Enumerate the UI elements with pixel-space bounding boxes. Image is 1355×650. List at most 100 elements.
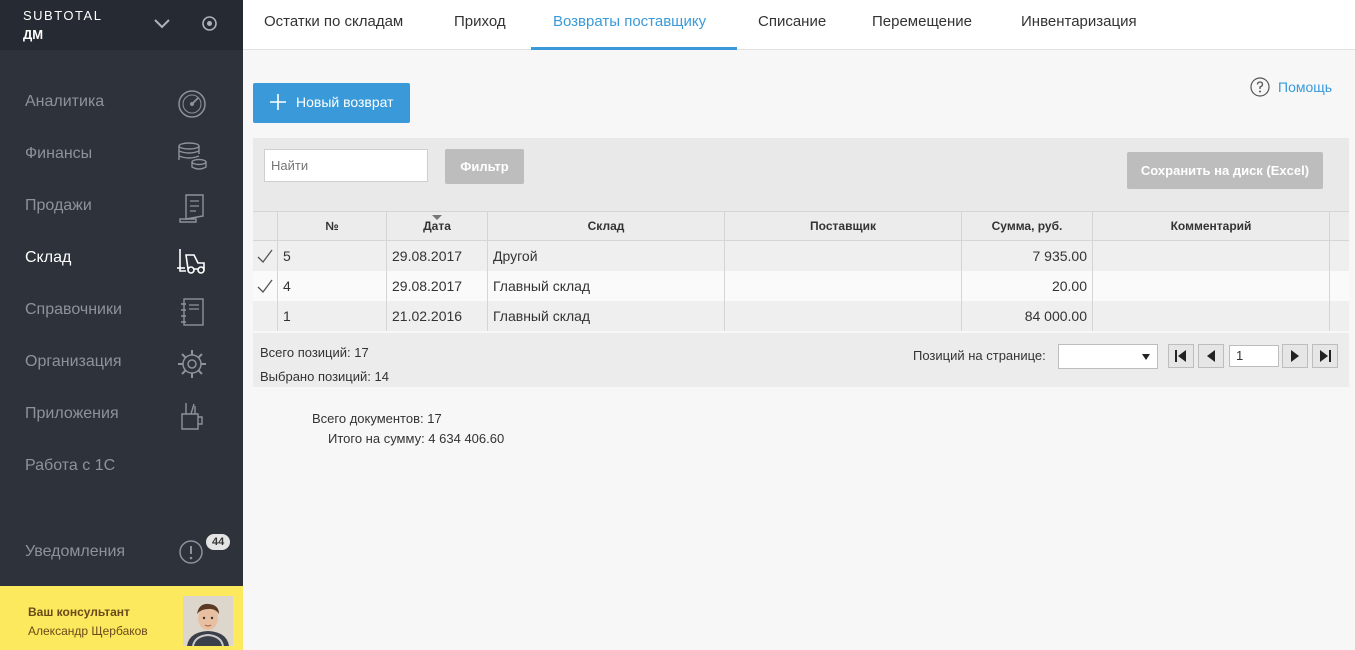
sidebar-item-label: Финансы: [25, 145, 93, 162]
sidebar-item-notifications[interactable]: Уведомления: [0, 527, 243, 579]
tab-income[interactable]: Приход: [454, 13, 506, 30]
page-number-input[interactable]: 1: [1229, 345, 1279, 367]
tab-stock[interactable]: Остатки по складам: [264, 13, 403, 30]
help-label: Помощь: [1278, 79, 1333, 95]
per-page-label: Позиций на странице:: [913, 348, 1046, 363]
tab-supplier-returns[interactable]: Возвраты поставщику: [553, 13, 706, 30]
checkmark-icon[interactable]: [256, 278, 274, 294]
cell-date: 21.02.2016: [386, 301, 487, 331]
chevron-down-icon[interactable]: [152, 14, 172, 34]
sidebar-item-finance[interactable]: Финансы: [0, 129, 243, 181]
cell-number: 1: [277, 301, 386, 331]
search-input[interactable]: [264, 149, 428, 182]
column-supplier[interactable]: Поставщик: [724, 212, 961, 241]
cell-date: 29.08.2017: [386, 271, 487, 301]
cell-supplier: [724, 241, 961, 271]
sidebar-item-label: Аналитика: [25, 93, 105, 110]
filter-panel: Фильтр Сохранить на диск (Excel): [253, 138, 1349, 211]
cell-number: 4: [277, 271, 386, 301]
gear-icon: [178, 350, 206, 378]
forklift-icon: [177, 249, 205, 274]
brand-subtitle: ДМ: [23, 27, 44, 42]
prev-page-icon: [1207, 350, 1215, 362]
column-number[interactable]: №: [277, 212, 386, 241]
settings-dot-icon[interactable]: [201, 15, 218, 32]
sidebar-item-sales[interactable]: Продажи: [0, 181, 243, 233]
cell-date: 29.08.2017: [386, 241, 487, 271]
consultant-title: Ваш консультант: [28, 605, 130, 619]
total-documents: Всего документов: 17: [312, 411, 442, 426]
sidebar-item-label: Работа с 1С: [25, 457, 116, 474]
cell-sum: 20.00: [961, 271, 1092, 301]
cell-sum: 7 935.00: [961, 241, 1092, 271]
coins-icon: [178, 142, 207, 170]
next-page-button[interactable]: [1282, 344, 1308, 368]
plus-icon: [270, 94, 286, 110]
brand-header: SUBTOTAL ДМ: [0, 0, 243, 50]
sidebar-item-label: Уведомления: [25, 543, 126, 560]
new-return-label: Новый возврат: [296, 94, 394, 110]
brand-name: SUBTOTAL: [23, 8, 103, 23]
table-row[interactable]: 5 29.08.2017 Другой 7 935.00: [253, 241, 1349, 271]
cell-comment: [1092, 271, 1329, 301]
cell-number: 5: [277, 241, 386, 271]
column-date-label: Дата: [423, 219, 451, 233]
receipt-icon: [179, 194, 204, 223]
cell-spacer: [1329, 271, 1349, 301]
cell-sum: 84 000.00: [961, 301, 1092, 331]
sidebar: SUBTOTAL ДМ Аналитика Финансы Продажи Ск…: [0, 0, 243, 650]
selected-positions: Выбрано позиций: 14: [260, 369, 389, 384]
sidebar-item-references[interactable]: Справочники: [0, 285, 243, 337]
sidebar-item-organization[interactable]: Организация: [0, 337, 243, 389]
column-comment[interactable]: Комментарий: [1092, 212, 1329, 241]
sidebar-item-1c[interactable]: Работа с 1С: [0, 441, 243, 493]
tab-transfer[interactable]: Перемещение: [872, 13, 972, 30]
sidebar-item-label: Приложения: [25, 405, 119, 422]
filter-button[interactable]: Фильтр: [445, 149, 524, 184]
last-page-icon: [1320, 350, 1331, 362]
sort-desc-icon: [432, 215, 442, 220]
notification-count-badge: 44: [206, 534, 231, 550]
column-warehouse[interactable]: Склад: [487, 212, 724, 241]
cell-supplier: [724, 301, 961, 331]
cell-supplier: [724, 271, 961, 301]
cell-warehouse: Главный склад: [487, 301, 724, 331]
first-page-icon: [1175, 350, 1186, 362]
tab-inventory[interactable]: Инвентаризация: [1021, 13, 1137, 30]
sidebar-item-warehouse[interactable]: Склад: [0, 233, 243, 285]
next-page-icon: [1291, 350, 1299, 362]
prev-page-button[interactable]: [1198, 344, 1224, 368]
sidebar-item-analytics[interactable]: Аналитика: [0, 77, 243, 129]
table-footer: Всего позиций: 17 Выбрано позиций: 14 По…: [253, 333, 1349, 387]
cell-warehouse: Главный склад: [487, 271, 724, 301]
first-page-button[interactable]: [1168, 344, 1194, 368]
sidebar-item-label: Справочники: [25, 301, 122, 318]
consultant-name: Александр Щербаков: [28, 624, 148, 638]
sidebar-item-label: Склад: [25, 249, 72, 266]
sidebar-item-label: Организация: [25, 353, 122, 370]
table-row[interactable]: 4 29.08.2017 Главный склад 20.00: [253, 271, 1349, 301]
sidebar-item-label: Продажи: [25, 197, 92, 214]
total-sum: Итого на сумму: 4 634 406.60: [328, 431, 505, 446]
avatar: [183, 596, 233, 646]
checkmark-icon[interactable]: [256, 248, 274, 264]
sidebar-item-apps[interactable]: Приложения: [0, 389, 243, 441]
notebook-icon: [181, 298, 204, 326]
export-excel-button[interactable]: Сохранить на диск (Excel): [1127, 152, 1323, 189]
cell-spacer: [1329, 301, 1349, 331]
per-page-select[interactable]: [1058, 344, 1158, 369]
question-icon: [1250, 77, 1270, 97]
consultant-card[interactable]: Ваш консультант Александр Щербаков: [0, 586, 243, 650]
cell-spacer: [1329, 241, 1349, 271]
new-return-button[interactable]: Новый возврат: [253, 83, 410, 123]
alert-icon: [179, 540, 203, 564]
table-row[interactable]: 1 21.02.2016 Главный склад 84 000.00: [253, 301, 1349, 331]
cell-comment: [1092, 301, 1329, 331]
last-page-button[interactable]: [1312, 344, 1338, 368]
column-date[interactable]: Дата: [386, 212, 487, 241]
column-spacer: [1329, 212, 1349, 241]
returns-table: № Дата Склад Поставщик Сумма, руб. Комме…: [253, 211, 1349, 331]
column-sum[interactable]: Сумма, руб.: [961, 212, 1092, 241]
tab-write-off[interactable]: Списание: [758, 13, 826, 30]
dropdown-arrow-icon: [1142, 354, 1150, 360]
